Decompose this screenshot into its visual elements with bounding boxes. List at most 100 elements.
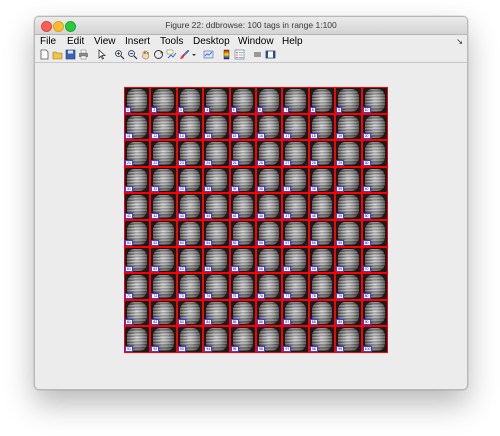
tag-thumbnail[interactable]: 92 [150, 326, 177, 353]
tag-thumbnail[interactable]: 41 [124, 193, 151, 220]
tag-thumbnail[interactable]: 25 [229, 140, 256, 167]
tag-thumbnail[interactable]: 19 [335, 113, 362, 141]
rotate-3d-icon[interactable] [153, 49, 164, 60]
tag-thumbnail[interactable]: 3 [176, 87, 204, 114]
tag-thumbnail[interactable]: 24 [203, 140, 230, 167]
menu-help[interactable]: Help [282, 35, 303, 48]
print-icon[interactable] [78, 49, 89, 60]
zoom-window-button[interactable] [65, 21, 76, 32]
tag-thumbnail[interactable]: 13 [176, 113, 204, 141]
tag-thumbnail[interactable]: 14 [203, 113, 230, 141]
tag-thumbnail[interactable]: 60 [361, 220, 388, 247]
tag-thumbnail[interactable]: 83 [176, 299, 204, 327]
tag-thumbnail[interactable]: 44 [203, 193, 230, 220]
tag-thumbnail[interactable]: 8 [308, 87, 336, 114]
tag-thumbnail[interactable]: 54 [203, 220, 230, 247]
tag-thumbnail[interactable]: 35 [229, 166, 256, 194]
tag-thumbnail[interactable]: 85 [229, 299, 256, 327]
tag-thumbnail[interactable]: 94 [203, 326, 230, 353]
tag-thumbnail[interactable]: 81 [124, 299, 151, 327]
tag-thumbnail[interactable]: 43 [176, 193, 204, 220]
tag-thumbnail[interactable]: 62 [150, 246, 177, 274]
tag-thumbnail[interactable]: 40 [361, 166, 388, 194]
tag-thumbnail[interactable]: 64 [203, 246, 230, 274]
tag-thumbnail[interactable]: 5 [229, 87, 256, 114]
tag-thumbnail[interactable]: 10 [361, 87, 388, 114]
tag-thumbnail[interactable]: 63 [176, 246, 204, 274]
tag-thumbnail[interactable]: 90 [361, 299, 388, 327]
tag-thumbnail[interactable]: 1 [124, 87, 151, 114]
tag-thumbnail[interactable]: 58 [308, 220, 336, 247]
menu-view[interactable]: View [94, 35, 116, 48]
tag-thumbnail[interactable]: 75 [229, 273, 256, 300]
menu-window[interactable]: Window [238, 35, 274, 48]
menu-file[interactable]: File [40, 35, 56, 48]
tag-thumbnail[interactable]: 22 [150, 140, 177, 167]
tag-thumbnail[interactable]: 89 [335, 299, 362, 327]
insert-colorbar-icon[interactable] [221, 49, 232, 60]
menu-tools[interactable]: Tools [160, 35, 183, 48]
tag-thumbnail[interactable]: 55 [229, 220, 256, 247]
tag-thumbnail[interactable]: 17 [282, 113, 309, 141]
tag-thumbnail[interactable]: 98 [308, 326, 336, 353]
tag-thumbnail[interactable]: 53 [176, 220, 204, 247]
tag-thumbnail[interactable]: 77 [282, 273, 309, 300]
tag-thumbnail[interactable]: 34 [203, 166, 230, 194]
tag-thumbnail[interactable]: 42 [150, 193, 177, 220]
tag-thumbnail[interactable]: 27 [282, 140, 309, 167]
tag-thumbnail[interactable]: 18 [308, 113, 336, 141]
tag-thumbnail[interactable]: 38 [308, 166, 336, 194]
zoom-out-icon[interactable] [127, 49, 138, 60]
tag-thumbnail[interactable]: 73 [176, 273, 204, 300]
tag-thumbnail[interactable]: 30 [361, 140, 388, 167]
tag-thumbnail[interactable]: 79 [335, 273, 362, 300]
tag-thumbnail[interactable]: 68 [308, 246, 336, 274]
tag-thumbnail[interactable]: 39 [335, 166, 362, 194]
tag-thumbnail[interactable]: 71 [124, 273, 151, 300]
tag-thumbnail[interactable]: 45 [229, 193, 256, 220]
tag-thumbnail[interactable]: 66 [256, 246, 283, 274]
minimize-window-button[interactable] [53, 21, 64, 32]
tag-thumbnail[interactable]: 74 [203, 273, 230, 300]
tag-thumbnail[interactable]: 69 [335, 246, 362, 274]
tag-thumbnail[interactable]: 26 [256, 140, 283, 167]
tag-thumbnail[interactable]: 65 [229, 246, 256, 274]
tag-thumbnail[interactable]: 33 [176, 166, 204, 194]
new-figure-icon[interactable] [39, 49, 50, 60]
tag-thumbnail[interactable]: 51 [124, 220, 151, 247]
tag-thumbnail[interactable]: 56 [256, 220, 283, 247]
link-plot-icon[interactable] [203, 49, 214, 60]
data-cursor-icon[interactable] [166, 49, 177, 60]
tag-thumbnail[interactable]: 57 [282, 220, 309, 247]
tag-thumbnail[interactable]: 72 [150, 273, 177, 300]
tag-thumbnail[interactable]: 20 [361, 113, 388, 141]
tag-thumbnail[interactable]: 11 [124, 113, 151, 141]
tag-thumbnail[interactable]: 91 [124, 326, 151, 353]
insert-legend-icon[interactable] [234, 49, 245, 60]
tag-thumbnail[interactable]: 96 [256, 326, 283, 353]
tag-thumbnail[interactable]: 87 [282, 299, 309, 327]
tag-thumbnail[interactable]: 16 [256, 113, 283, 141]
tag-thumbnail[interactable]: 47 [282, 193, 309, 220]
zoom-in-icon[interactable] [114, 49, 125, 60]
tag-thumbnail[interactable]: 61 [124, 246, 151, 274]
menu-insert[interactable]: Insert [125, 35, 150, 48]
tag-thumbnail[interactable]: 76 [256, 273, 283, 300]
tag-thumbnail[interactable]: 78 [308, 273, 336, 300]
menu-edit[interactable]: Edit [67, 35, 84, 48]
pan-hand-icon[interactable] [140, 49, 151, 60]
tag-thumbnail[interactable]: 49 [335, 193, 362, 220]
tag-thumbnail[interactable]: 23 [176, 140, 204, 167]
tag-thumbnail[interactable]: 86 [256, 299, 283, 327]
tag-thumbnail[interactable]: 59 [335, 220, 362, 247]
show-plot-tools-icon[interactable] [265, 49, 276, 60]
tag-thumbnail[interactable]: 84 [203, 299, 230, 327]
tag-thumbnail[interactable]: 12 [150, 113, 177, 141]
dock-figure-icon[interactable]: ↘ [456, 35, 463, 48]
close-window-button[interactable] [41, 21, 52, 32]
tag-thumbnail[interactable]: 31 [124, 166, 151, 194]
title-bar[interactable]: Figure 22: ddbrowse: 100 tags in range 1… [35, 17, 467, 35]
tag-thumbnail[interactable]: 9 [335, 87, 362, 114]
tag-thumbnail[interactable]: 46 [256, 193, 283, 220]
hide-plot-tools-icon[interactable] [252, 49, 263, 60]
